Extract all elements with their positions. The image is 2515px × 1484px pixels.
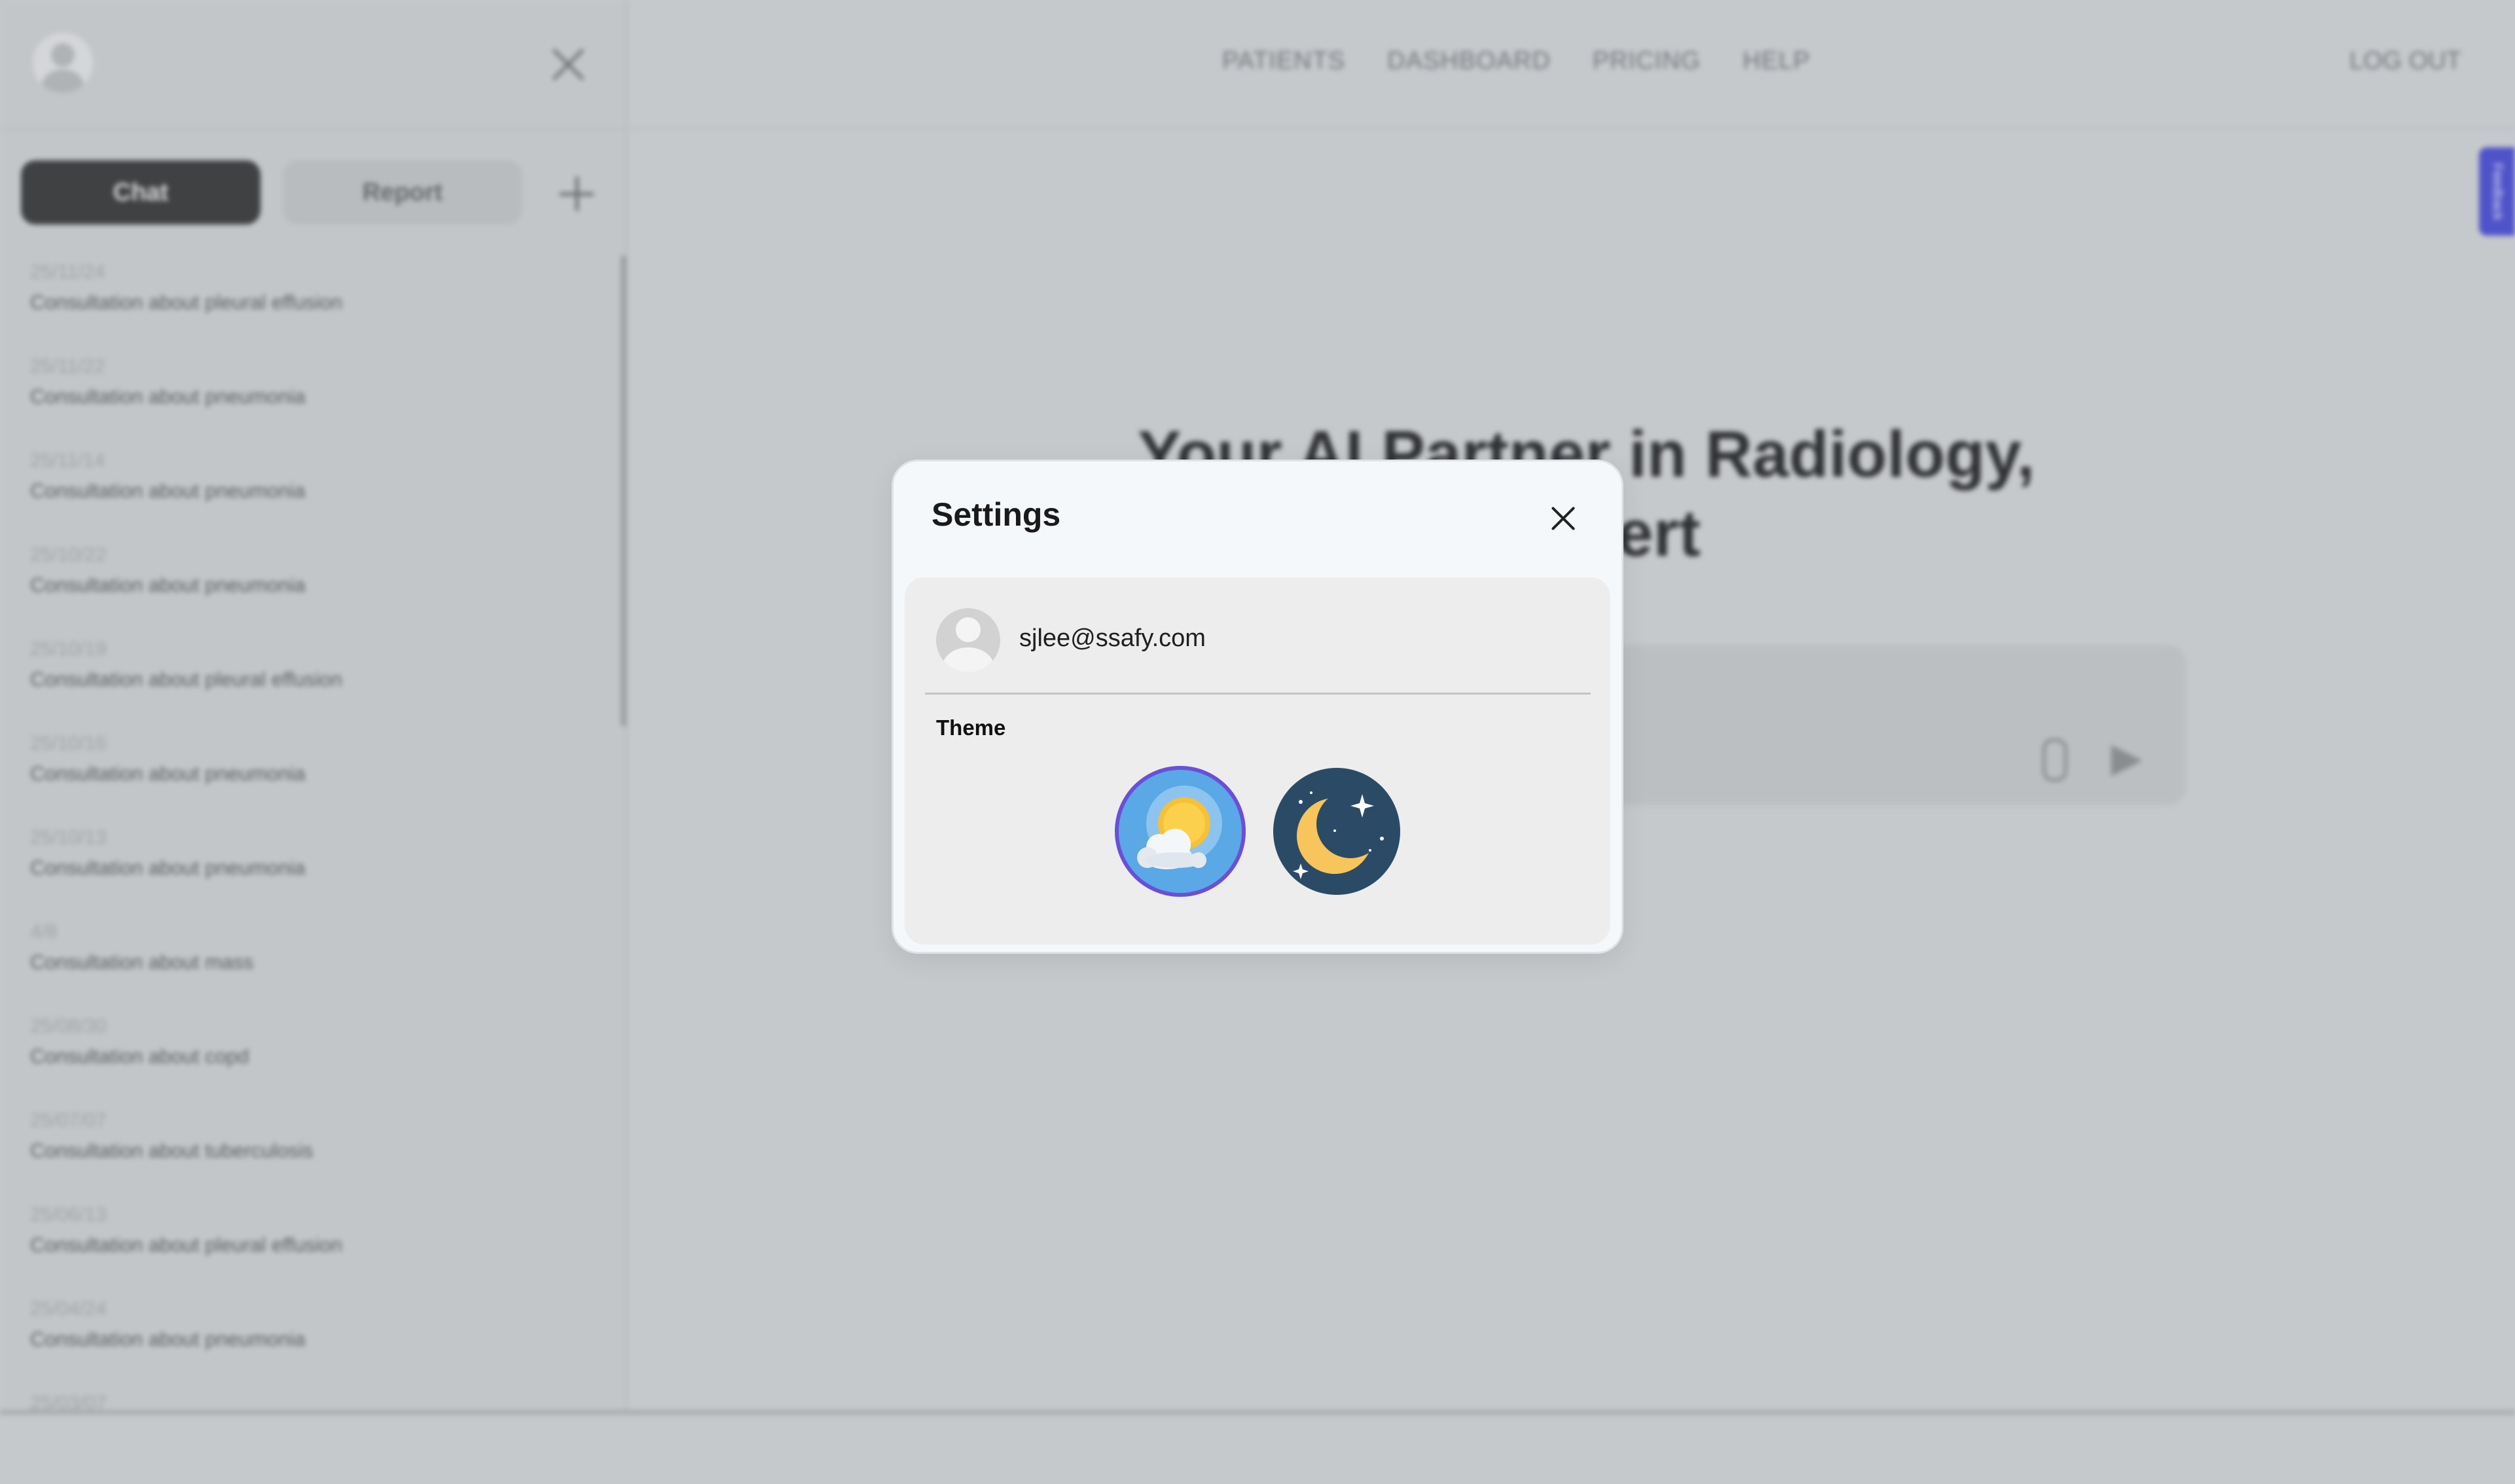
history-date: 4/8 — [30, 921, 58, 943]
chat-input-box[interactable] — [1597, 645, 2186, 805]
settings-modal: Settings sjlee@ssafy.com Theme — [892, 460, 1623, 954]
settings-panel: sjlee@ssafy.com Theme — [905, 577, 1610, 945]
history-title — [30, 1417, 593, 1450]
list-item[interactable]: 25/10/16 Consultation about pneumonia — [30, 730, 593, 824]
history-title: Consultation about pneumonia — [30, 479, 306, 502]
list-item[interactable]: 25/08/30 Consultation about copd — [30, 1013, 593, 1107]
history-title: Consultation about pleural effusion — [30, 291, 342, 314]
profile-email: sjlee@ssafy.com — [1019, 624, 1206, 652]
history-date: 25/10/16 — [30, 733, 107, 754]
history-title: Consultation about pneumonia — [30, 573, 306, 596]
history-title: Consultation about pneumonia — [30, 856, 306, 879]
theme-label: Theme — [936, 715, 1006, 740]
history-date: 25/10/13 — [30, 827, 107, 848]
list-item[interactable]: 25/11/24 Consultation about pleural effus… — [30, 259, 593, 353]
sidebar-scrollbar[interactable] — [621, 255, 626, 727]
new-chat-plus-icon[interactable] — [560, 177, 594, 211]
sidebar-header — [0, 0, 625, 130]
chat-history-list: 25/11/24 Consultation about pleural effus… — [30, 259, 593, 1484]
send-icon[interactable] — [2111, 745, 2143, 776]
hero-title-line-2: ert — [1617, 497, 1701, 570]
history-date: 25/08/30 — [30, 1015, 107, 1037]
list-item[interactable]: 25/10/13 Consultation about pneumonia — [30, 824, 593, 918]
list-item[interactable]: 25/11/14 Consultation about pneumonia — [30, 447, 593, 541]
nav-patients[interactable]: PATIENTS — [1222, 47, 1345, 75]
bottom-edge — [0, 1410, 2515, 1415]
close-icon[interactable] — [1551, 506, 1576, 531]
sun-cloud-icon — [1115, 766, 1246, 897]
modal-title: Settings — [932, 496, 1061, 533]
theme-dark-option[interactable] — [1272, 767, 1402, 896]
sidebar: Chat Report 25/11/24 Consultation about p… — [0, 0, 628, 1415]
history-date: 25/11/24 — [30, 261, 105, 283]
user-avatar-icon[interactable] — [33, 33, 93, 93]
theme-light-option[interactable] — [1112, 763, 1248, 899]
profile-avatar-icon — [936, 608, 1000, 672]
logout-link[interactable]: LOG OUT — [2349, 47, 2461, 75]
list-item[interactable]: 4/8 Consultation about mass — [30, 918, 593, 1013]
close-sidebar-icon[interactable] — [550, 46, 587, 82]
history-date: 25/10/22 — [30, 544, 107, 566]
history-date: 25/07/07 — [30, 1110, 107, 1131]
history-title: Consultation about pleural effusion — [30, 1233, 342, 1256]
history-date: 25/11/14 — [30, 450, 105, 471]
history-date: 25/11/22 — [30, 355, 105, 377]
list-item[interactable]: 25/10/22 Consultation about pneumonia — [30, 541, 593, 636]
top-navigation: PATIENTS DASHBOARD PRICING HELP LOG OUT — [628, 0, 2515, 130]
divider — [925, 693, 1591, 695]
list-item[interactable]: 25/10/19 Consultation about pleural effus… — [30, 636, 593, 730]
history-title: Consultation about mass — [30, 950, 254, 973]
feedback-side-tab[interactable]: Feedback — [2479, 147, 2515, 236]
tab-chat[interactable]: Chat — [21, 160, 261, 225]
history-title: Consultation about pneumonia — [30, 1328, 306, 1350]
list-item[interactable]: 25/07/07 Consultation about tuberculosis — [30, 1107, 593, 1201]
history-title: Consultation about tuberculosis — [30, 1139, 314, 1162]
tab-report[interactable]: Report — [283, 160, 522, 225]
moon-stars-icon — [1273, 768, 1400, 895]
history-title: Consultation about pneumonia — [30, 762, 306, 785]
list-item[interactable]: 25/06/13 Consultation about pleural effus… — [30, 1201, 593, 1295]
list-item[interactable]: 25/03/07 — [30, 1390, 593, 1484]
list-item[interactable]: 25/11/22 Consultation about pneumonia — [30, 353, 593, 447]
history-date: 25/10/19 — [30, 638, 107, 660]
attach-paperclip-icon[interactable] — [2042, 738, 2067, 782]
nav-pricing[interactable]: PRICING — [1593, 47, 1701, 75]
nav-help[interactable]: HELP — [1743, 47, 1810, 75]
nav-dashboard[interactable]: DASHBOARD — [1387, 47, 1551, 75]
history-title: Consultation about copd — [30, 1045, 249, 1068]
history-title: Consultation about pleural effusion — [30, 668, 342, 691]
history-title: Consultation about pneumonia — [30, 385, 306, 408]
list-item[interactable]: 25/04/24 Consultation about pneumonia — [30, 1295, 593, 1390]
nav-links: PATIENTS DASHBOARD PRICING HELP — [1222, 47, 1811, 75]
history-date: 25/06/13 — [30, 1204, 107, 1225]
history-date: 25/04/24 — [30, 1298, 107, 1320]
